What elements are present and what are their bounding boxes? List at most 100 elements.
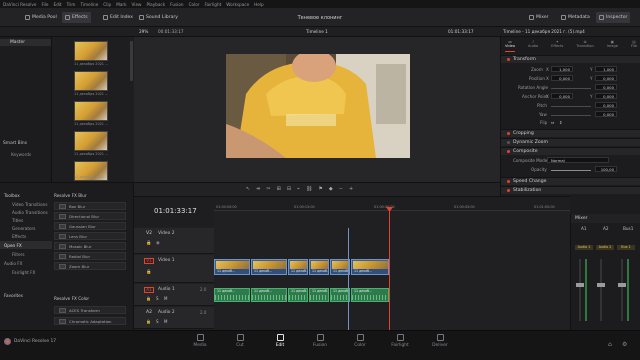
page-deliver[interactable]: Deliver xyxy=(422,334,458,356)
viewer-zoom[interactable]: 29% xyxy=(139,29,148,34)
zoom-y-field[interactable]: 1,000 xyxy=(595,66,617,72)
lock-icon[interactable]: 🔒 xyxy=(146,296,151,301)
audio-clip[interactable]: 11 декаб... xyxy=(214,288,250,302)
video-clip[interactable]: 11 декаб... xyxy=(288,259,308,275)
track-header-v2[interactable]: V2 Video 2 🔒 ◉ xyxy=(134,228,214,254)
fx-aces-transform[interactable]: ACES Transform xyxy=(54,306,126,314)
transform-section[interactable]: Transform xyxy=(501,55,640,63)
mute-icon[interactable]: M xyxy=(164,319,167,324)
scrollbar[interactable] xyxy=(130,41,133,81)
video-transitions-item[interactable]: Video Transitions xyxy=(12,202,48,207)
position-y-field[interactable]: 0,000 xyxy=(595,75,617,81)
audio-clip[interactable]: 11 декаб... xyxy=(288,288,308,302)
audio-clip[interactable]: 11 декаб... xyxy=(330,288,350,302)
inspector-button[interactable]: Inspector xyxy=(596,12,631,23)
flag-icon[interactable]: ⚑ xyxy=(318,186,322,192)
titles-item[interactable]: Titles xyxy=(12,218,23,223)
zoom-out-icon[interactable]: − xyxy=(339,186,343,192)
cropping-section[interactable]: Cropping xyxy=(501,129,640,137)
video-clip[interactable]: 11 декаб... xyxy=(214,259,250,275)
insert-clip-icon[interactable]: ⊞ xyxy=(277,186,281,192)
track-header-a1[interactable]: A1 Audio 1 2.0 🔒 S M xyxy=(134,284,214,306)
fx-mosaic-blur[interactable]: Mosaic Blur xyxy=(54,242,126,250)
fx-lens-blur[interactable]: Lens Blur xyxy=(54,232,126,240)
fader-bus1[interactable] xyxy=(618,283,626,287)
effects-item[interactable]: Effects xyxy=(12,234,26,239)
metadata-button[interactable]: Metadata xyxy=(558,12,593,23)
menu-view[interactable]: View xyxy=(132,2,142,7)
timeline-name[interactable]: Timeline 1 xyxy=(306,29,328,34)
pitch-field[interactable]: 0,000 xyxy=(595,102,617,108)
zoom-x-field[interactable]: 1,000 xyxy=(551,66,573,72)
snapping-icon[interactable]: ⌁ xyxy=(297,186,300,192)
fx-zoom-blur[interactable]: Zoom Blur xyxy=(54,262,126,270)
lock-icon[interactable]: 🔒 xyxy=(146,319,151,324)
sound-library-button[interactable]: Sound Library xyxy=(136,12,181,23)
rotation-slider[interactable] xyxy=(551,88,591,89)
anchor-x-field[interactable]: 0,000 xyxy=(551,93,573,99)
fairlight-fx-item[interactable]: Fairlight FX xyxy=(12,270,35,275)
anchor-y-field[interactable]: 0,000 xyxy=(595,93,617,99)
stabilization-section[interactable]: Stabilization xyxy=(501,186,640,194)
fader-a1[interactable] xyxy=(576,283,584,287)
flip-horizontal-icon[interactable]: ⇔ xyxy=(551,120,554,125)
video-clip[interactable]: 11 декаб... xyxy=(351,259,389,275)
marker-icon[interactable]: ◆ xyxy=(329,186,333,192)
page-fusion[interactable]: Fusion xyxy=(302,334,338,356)
overwrite-clip-icon[interactable]: ⊟ xyxy=(287,186,291,192)
video-clip[interactable]: 11 декаб... xyxy=(330,259,350,275)
track-header-v1[interactable]: V1 Video 1 🔒 xyxy=(134,255,214,283)
playhead[interactable] xyxy=(389,211,390,331)
tab-file[interactable]: ▤ File xyxy=(631,40,637,52)
fx-box-blur[interactable]: Box Blur xyxy=(54,202,126,210)
video-clip[interactable]: 11 декаб... xyxy=(309,259,329,275)
keywords-bin[interactable]: Keywords xyxy=(11,152,31,157)
fx-radial-blur[interactable]: Radial Blur xyxy=(54,252,126,260)
select-tool-icon[interactable]: ↖ xyxy=(246,186,250,192)
viewer-frame[interactable] xyxy=(226,54,410,158)
composite-mode-select[interactable]: Normal xyxy=(547,157,609,163)
tab-transition[interactable]: ⧉ Transition xyxy=(576,40,593,52)
solo-icon[interactable]: S xyxy=(156,296,159,301)
video-clip[interactable]: 11 декаб... xyxy=(251,259,287,275)
lock-icon[interactable]: 🔒 xyxy=(146,241,151,246)
clip-thumbnail[interactable] xyxy=(74,131,108,151)
menu-clip[interactable]: Clip xyxy=(103,2,111,7)
eye-icon[interactable]: ◉ xyxy=(156,241,160,246)
menu-color[interactable]: Color xyxy=(189,2,200,7)
yaw-field[interactable]: 0,000 xyxy=(595,111,617,117)
effects-button[interactable]: Effects xyxy=(62,12,91,23)
audio-clip[interactable]: 11 декаб... xyxy=(351,288,389,302)
opacity-field[interactable]: 100,00 xyxy=(595,166,617,172)
fx-chromatic-adaptation[interactable]: Chromatic Adaptation xyxy=(54,317,126,325)
audio-transitions-item[interactable]: Audio Transitions xyxy=(12,210,48,215)
dynamic-zoom-section[interactable]: Dynamic Zoom xyxy=(501,138,640,146)
page-media[interactable]: Media xyxy=(182,334,218,356)
page-fairlight[interactable]: Fairlight xyxy=(382,334,418,356)
media-pool-button[interactable]: Media Pool xyxy=(22,12,60,23)
menu-mark[interactable]: Mark xyxy=(116,2,126,7)
menu-fusion[interactable]: Fusion xyxy=(170,2,183,7)
pitch-slider[interactable] xyxy=(551,106,591,107)
mixer-button[interactable]: Mixer xyxy=(526,12,552,23)
composite-section[interactable]: Composite xyxy=(501,147,640,155)
home-icon[interactable]: ⌂ xyxy=(608,341,612,348)
opacity-slider[interactable] xyxy=(551,170,591,171)
master-bin[interactable]: Master xyxy=(0,39,51,46)
menu-workspace[interactable]: Workspace xyxy=(226,2,249,7)
trim-tool-icon[interactable]: ⇹ xyxy=(256,186,260,192)
fader-a2[interactable] xyxy=(597,283,605,287)
page-cut[interactable]: Cut xyxy=(222,334,258,356)
tab-video[interactable]: ▭ Video xyxy=(505,40,516,52)
menu-help[interactable]: Help xyxy=(254,2,264,7)
mute-icon[interactable]: M xyxy=(164,296,167,301)
tab-audio[interactable]: ♪ Audio xyxy=(528,40,538,52)
fx-gaussian-blur[interactable]: Gaussian Blur xyxy=(54,222,126,230)
lock-icon[interactable]: 🔒 xyxy=(146,270,151,275)
timeline-ruler[interactable]: 01:00:00:00 01:00:15:00 01:00:30:00 01:0… xyxy=(214,197,570,211)
settings-gear-icon[interactable]: ⚙ xyxy=(622,341,627,348)
audio-clip[interactable]: 11 декаб... xyxy=(251,288,287,302)
page-color[interactable]: Color xyxy=(342,334,378,356)
tab-image[interactable]: ▣ Image xyxy=(607,40,618,52)
blade-tool-icon[interactable]: ✂ xyxy=(266,186,270,192)
